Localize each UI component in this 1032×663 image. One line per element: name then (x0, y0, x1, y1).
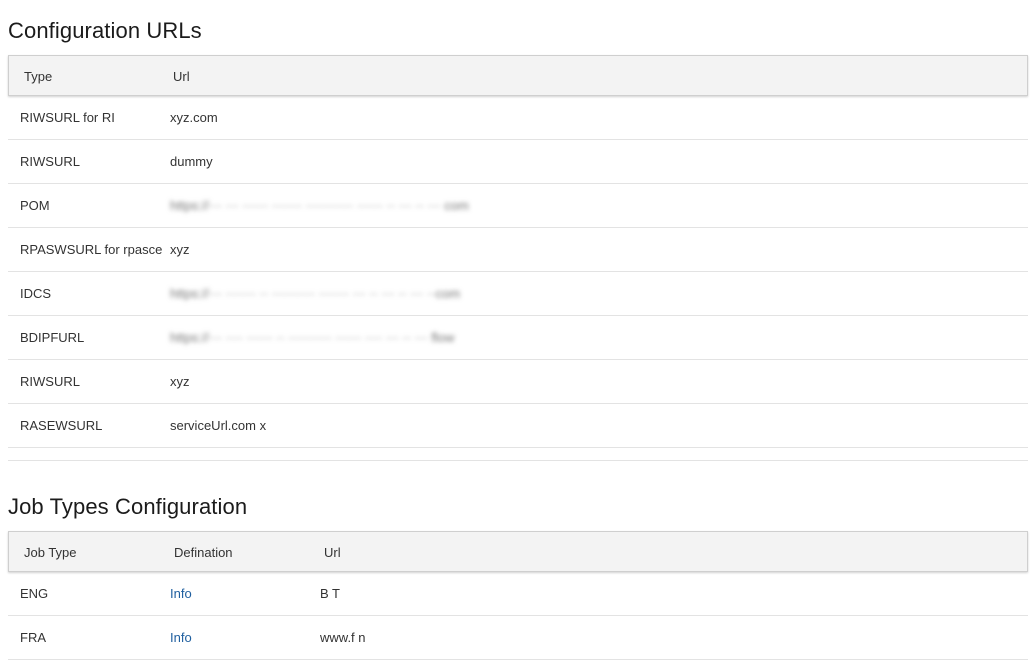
column-header-definition[interactable]: Defination (174, 532, 233, 573)
table-row[interactable]: ENG Info B T (8, 572, 1028, 616)
type-cell: IDCS (20, 286, 52, 301)
type-cell: RIWSURL (20, 374, 80, 389)
definition-info-link[interactable]: Info (170, 572, 192, 616)
job-types-rows: ENG Info B T FRA Info www.f n (8, 572, 1028, 660)
config-urls-header: Type Url (8, 55, 1028, 96)
table-row[interactable]: RPASWSURL for rpasce xyz (8, 228, 1028, 272)
type-cell: POM (20, 198, 50, 213)
table-row[interactable]: RASEWSURL serviceUrl.com x (8, 404, 1028, 448)
type-cell: RPASWSURL for rpasce (20, 242, 163, 257)
url-cell: B T (320, 586, 340, 601)
table-row[interactable]: BDIPFURL https://··· ···· ······ ·· ·····… (8, 316, 1028, 360)
column-header-job-type[interactable]: Job Type (24, 532, 77, 573)
url-cell: https://··· ···· ······ ·· ·········· ··… (170, 330, 455, 345)
table-row[interactable]: RIWSURL for RI xyz.com (8, 96, 1028, 140)
config-urls-rows: RIWSURL for RI xyz.com RIWSURL dummy POM http… (8, 96, 1028, 448)
url-cell: www.f n (320, 630, 366, 645)
url-cell: dummy (170, 154, 213, 169)
config-urls-table: Type Url RIWSURL for RI xyz.com RIWSURL dum… (8, 55, 1028, 461)
job-types-header: Job Type Defination Url (8, 531, 1028, 572)
page: Configuration URLs Type Url RIWSURL for … (0, 0, 1032, 663)
url-cell: serviceUrl.com x (170, 418, 267, 433)
job-types-title: Job Types Configuration (8, 494, 248, 519)
column-header-type[interactable]: Type (24, 56, 52, 97)
table-row[interactable]: POM https://··· ··· ······ ······· ······… (8, 184, 1028, 228)
job-type-cell: ENG (20, 586, 49, 601)
type-cell: RASEWSURL (20, 418, 103, 433)
url-cell: https://··· ··· ······ ······· ·········… (170, 198, 469, 213)
job-type-cell: FRA (20, 630, 46, 645)
type-cell: BDIPFURL (20, 330, 85, 345)
definition-info-link[interactable]: Info (170, 616, 192, 660)
table-row[interactable]: IDCS https://··· ······· ·· ·········· ··… (8, 272, 1028, 316)
url-cell: xyz (170, 374, 190, 389)
config-urls-title: Configuration URLs (8, 18, 202, 43)
url-cell: https://··· ······· ·· ·········· ······… (170, 286, 461, 301)
type-cell: RIWSURL for RI (20, 110, 115, 125)
url-cell: xyz (170, 242, 190, 257)
config-urls-footer (8, 448, 1028, 461)
type-cell: RIWSURL (20, 154, 80, 169)
url-cell: xyz.com (170, 110, 218, 125)
column-header-url[interactable]: Url (173, 56, 190, 97)
table-row[interactable]: RIWSURL xyz (8, 360, 1028, 404)
job-types-table: Job Type Defination Url ENG Info B T FRA Inf… (8, 531, 1028, 660)
column-header-url[interactable]: Url (324, 532, 341, 573)
table-row[interactable]: FRA Info www.f n (8, 616, 1028, 660)
table-row[interactable]: RIWSURL dummy (8, 140, 1028, 184)
